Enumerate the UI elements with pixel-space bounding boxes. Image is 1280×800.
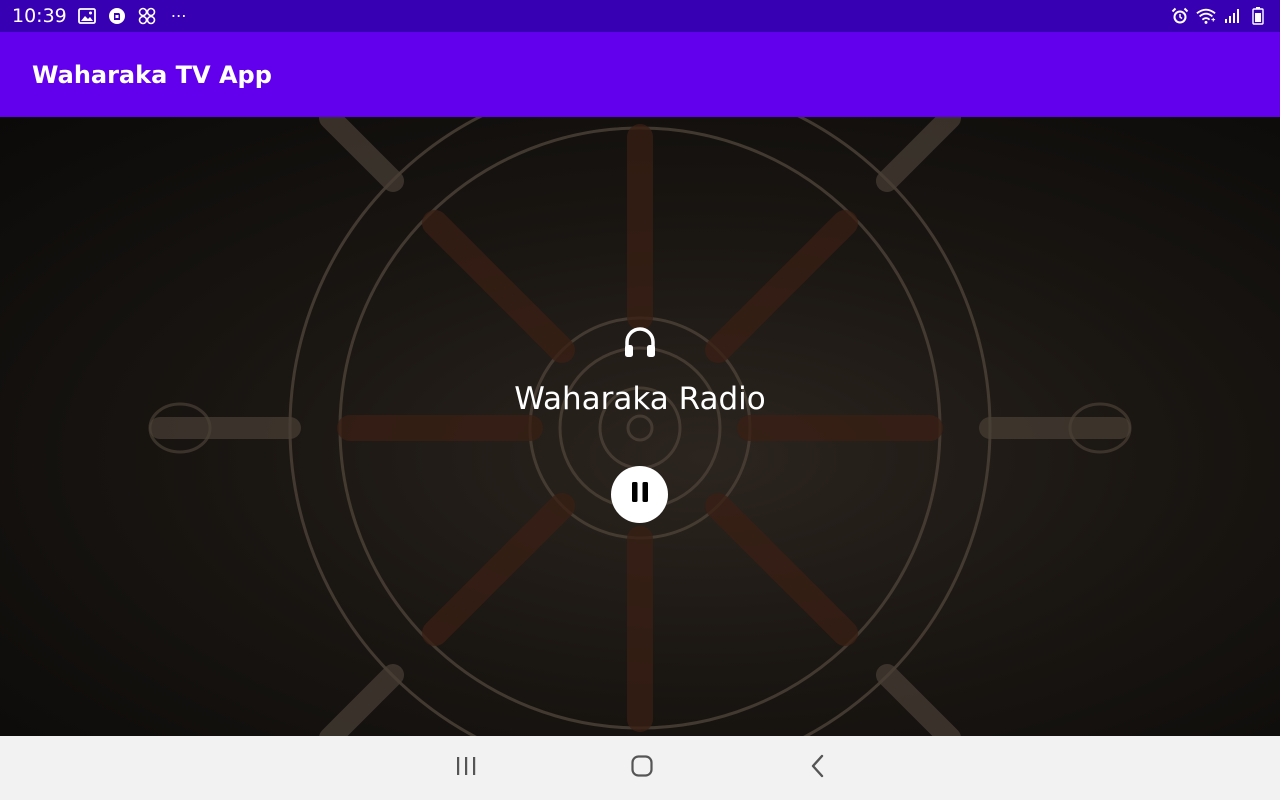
- battery-icon: [1248, 6, 1268, 26]
- back-button[interactable]: [798, 752, 838, 784]
- pause-icon: [630, 481, 650, 508]
- gallery-icon: [77, 6, 97, 26]
- navigation-bar: [0, 736, 1280, 800]
- recent-apps-icon: [455, 756, 477, 781]
- app-title: Waharaka TV App: [32, 60, 272, 89]
- status-time: 10:39: [12, 5, 67, 27]
- wifi-icon: [1196, 6, 1216, 26]
- back-icon: [810, 754, 826, 783]
- status-bar: 10:39 ⋯: [0, 0, 1280, 32]
- player-panel: Waharaka Radio: [0, 117, 1280, 736]
- shortcut-icon: [137, 6, 157, 26]
- status-right: [1170, 6, 1268, 26]
- station-name: Waharaka Radio: [514, 381, 766, 417]
- recent-apps-button[interactable]: [446, 752, 486, 784]
- radio-player-screen: Waharaka Radio: [0, 117, 1280, 736]
- headphones-icon: [622, 325, 658, 361]
- more-notifications-icon: ⋯: [170, 8, 188, 25]
- home-icon: [630, 754, 654, 783]
- pause-button[interactable]: [611, 466, 668, 523]
- app-notification-icon: [107, 6, 127, 26]
- status-left: 10:39 ⋯: [12, 5, 188, 27]
- home-button[interactable]: [622, 752, 662, 784]
- alarm-icon: [1170, 6, 1190, 26]
- app-bar: Waharaka TV App: [0, 32, 1280, 117]
- signal-icon: [1222, 6, 1242, 26]
